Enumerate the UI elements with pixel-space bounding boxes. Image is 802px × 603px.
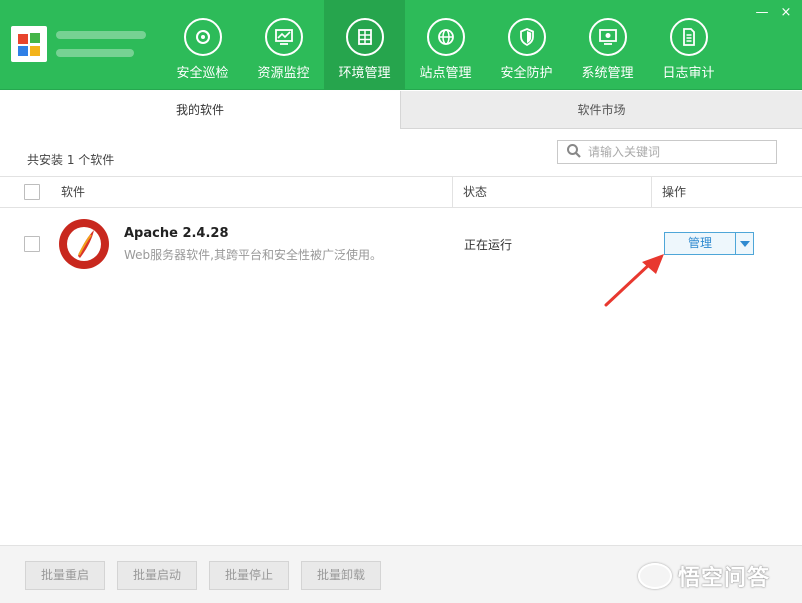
nav-label: 资源监控 [243, 62, 324, 81]
tab-my-software[interactable]: 我的软件 [0, 91, 400, 129]
software-name: Apache 2.4.28 [124, 226, 229, 241]
column-divider [651, 177, 652, 207]
apache-logo-icon [58, 218, 110, 270]
nav-label: 环境管理 [324, 62, 405, 81]
windows-logo-icon [11, 26, 47, 62]
close-button[interactable]: × [780, 6, 792, 18]
top-header: 安全巡检 资源监控 环境管理 站点管理 安全防护 [0, 0, 802, 90]
globe-icon [427, 18, 465, 56]
minimize-button[interactable]: — [756, 6, 768, 18]
manage-split-button: 管理 [664, 232, 754, 255]
nav-item-site-management[interactable]: 站点管理 [405, 0, 486, 90]
watermark-text: 悟空问答 [678, 560, 770, 592]
select-all-checkbox[interactable] [24, 184, 40, 200]
nav-item-environment[interactable]: 环境管理 [324, 0, 405, 90]
batch-restart-button[interactable]: 批量重启 [25, 561, 105, 590]
batch-start-button[interactable]: 批量启动 [117, 561, 197, 590]
window-controls: — × [756, 6, 792, 18]
batch-uninstall-button[interactable]: 批量卸载 [301, 561, 381, 590]
nav-item-security-inspection[interactable]: 安全巡检 [162, 0, 243, 90]
watermark-logo-icon [638, 563, 672, 589]
annotation-arrow-icon [600, 250, 670, 310]
shield-scan-icon [184, 18, 222, 56]
server-info-blurred [56, 31, 146, 67]
column-divider [452, 177, 453, 207]
batch-stop-button[interactable]: 批量停止 [209, 561, 289, 590]
nav-label: 安全防护 [486, 62, 567, 81]
nav-label: 安全巡检 [162, 62, 243, 81]
nav-label: 日志审计 [648, 62, 729, 81]
software-description: Web服务器软件,其跨平台和安全性被广泛使用。 [124, 246, 382, 263]
nav-item-resource-monitor[interactable]: 资源监控 [243, 0, 324, 90]
installed-count: 共安装 1 个软件 [27, 151, 114, 168]
column-header-status: 状态 [463, 177, 487, 207]
shield-icon [508, 18, 546, 56]
search-input[interactable] [588, 145, 768, 159]
software-tabs: 我的软件 软件市场 [0, 91, 802, 129]
column-header-software: 软件 [61, 177, 85, 207]
column-header-action: 操作 [662, 177, 686, 207]
main-nav: 安全巡检 资源监控 环境管理 站点管理 安全防护 [162, 0, 729, 90]
manage-button[interactable]: 管理 [665, 233, 735, 254]
monitor-chart-icon [265, 18, 303, 56]
nav-label: 系统管理 [567, 62, 648, 81]
nav-item-security-protection[interactable]: 安全防护 [486, 0, 567, 90]
nav-item-system-management[interactable]: 系统管理 [567, 0, 648, 90]
document-icon [670, 18, 708, 56]
search-box[interactable] [557, 140, 777, 164]
chevron-down-icon[interactable] [735, 233, 753, 254]
search-icon [566, 143, 582, 162]
system-settings-icon [589, 18, 627, 56]
nav-item-log-audit[interactable]: 日志审计 [648, 0, 729, 90]
tab-software-market[interactable]: 软件市场 [400, 91, 802, 129]
row-checkbox[interactable] [24, 236, 40, 252]
watermark: 悟空问答 [638, 560, 770, 592]
nav-label: 站点管理 [405, 62, 486, 81]
table-header: 软件 状态 操作 [0, 176, 802, 208]
status-text: 正在运行 [464, 236, 512, 253]
server-stack-icon [346, 18, 384, 56]
